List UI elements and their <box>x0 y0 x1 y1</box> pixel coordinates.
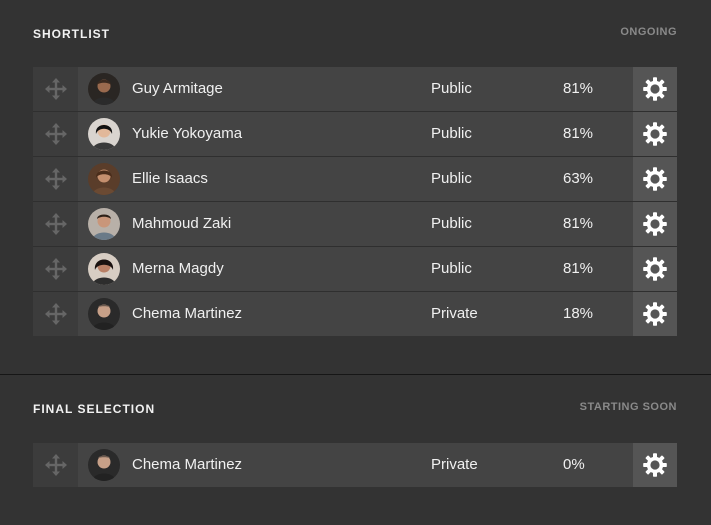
candidate-row[interactable]: Merna Magdy Public 81% <box>33 247 677 292</box>
visibility-label: Private <box>431 456 478 473</box>
gear-icon[interactable] <box>633 202 677 246</box>
match-percent: 81% <box>563 215 594 232</box>
move-arrows-icon[interactable] <box>33 247 78 291</box>
section-header: FINAL SELECTION STARTING SOON <box>33 401 677 422</box>
final-selection-rows: Chema Martinez Private 0% <box>33 443 677 487</box>
avatar <box>88 73 120 105</box>
candidate-row[interactable]: Guy Armitage Public 81% <box>33 67 677 112</box>
match-percent: 81% <box>563 125 594 142</box>
gear-icon[interactable] <box>633 247 677 291</box>
section-title: FINAL SELECTION <box>33 402 156 416</box>
avatar <box>88 253 120 285</box>
gear-icon[interactable] <box>633 292 677 336</box>
visibility-label: Public <box>431 170 472 187</box>
candidate-row[interactable]: Chema Martinez Private 0% <box>33 443 677 487</box>
candidate-name: Mahmoud Zaki <box>132 215 232 232</box>
gear-icon[interactable] <box>633 443 677 487</box>
candidate-name: Yukie Yokoyama <box>132 125 243 142</box>
avatar <box>88 298 120 330</box>
candidate-name: Chema Martinez <box>132 305 243 322</box>
visibility-label: Public <box>431 260 472 277</box>
match-percent: 63% <box>563 170 594 187</box>
avatar <box>88 449 120 481</box>
avatar <box>88 163 120 195</box>
avatar <box>88 118 120 150</box>
gear-icon[interactable] <box>633 157 677 201</box>
gear-icon[interactable] <box>633 67 677 111</box>
move-arrows-icon[interactable] <box>33 112 78 156</box>
move-arrows-icon[interactable] <box>33 67 78 111</box>
section-title: SHORTLIST <box>33 27 110 41</box>
candidate-name: Ellie Isaacs <box>132 170 208 187</box>
visibility-label: Public <box>431 215 472 232</box>
match-percent: 81% <box>563 80 594 97</box>
section-status: ONGOING <box>620 26 677 38</box>
candidate-name: Merna Magdy <box>132 260 224 277</box>
section-divider <box>0 374 711 375</box>
candidate-name: Guy Armitage <box>132 80 223 97</box>
candidate-row[interactable]: Ellie Isaacs Public 63% <box>33 157 677 202</box>
visibility-label: Public <box>431 125 472 142</box>
section-header: SHORTLIST ONGOING <box>33 26 677 47</box>
match-percent: 18% <box>563 305 594 322</box>
shortlist-rows: Guy Armitage Public 81% Yukie Yokoyama P… <box>33 67 677 336</box>
match-percent: 0% <box>563 456 585 473</box>
section-status: STARTING SOON <box>579 401 677 413</box>
candidate-name: Chema Martinez <box>132 456 243 473</box>
visibility-label: Private <box>431 305 478 322</box>
visibility-label: Public <box>431 80 472 97</box>
match-percent: 81% <box>563 260 594 277</box>
avatar <box>88 208 120 240</box>
candidate-row[interactable]: Mahmoud Zaki Public 81% <box>33 202 677 247</box>
candidate-row[interactable]: Chema Martinez Private 18% <box>33 292 677 336</box>
shortlist-section: SHORTLIST ONGOING Guy Armitage Public 81… <box>33 26 677 336</box>
move-arrows-icon[interactable] <box>33 202 78 246</box>
gear-icon[interactable] <box>633 112 677 156</box>
move-arrows-icon[interactable] <box>33 157 78 201</box>
candidate-row[interactable]: Yukie Yokoyama Public 81% <box>33 112 677 157</box>
move-arrows-icon[interactable] <box>33 292 78 336</box>
final-selection-section: FINAL SELECTION STARTING SOON Chema Mart… <box>33 401 677 487</box>
move-arrows-icon[interactable] <box>33 443 78 487</box>
